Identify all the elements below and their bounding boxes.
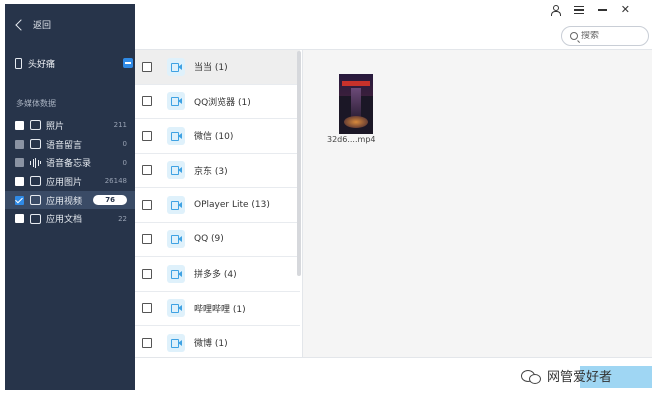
category-label: 语音备忘录 xyxy=(46,159,92,170)
category-count: 211 xyxy=(113,121,127,130)
close-icon[interactable]: ✕ xyxy=(621,4,630,15)
category-checkbox[interactable] xyxy=(15,139,24,149)
back-button[interactable]: 返回 xyxy=(15,18,52,31)
user-icon[interactable] xyxy=(550,5,561,16)
minimize-icon[interactable] xyxy=(597,9,607,11)
app-label: QQ (9) xyxy=(194,234,224,245)
category-checkbox[interactable] xyxy=(15,214,24,224)
app-checkbox[interactable] xyxy=(142,165,152,176)
search-box[interactable] xyxy=(561,26,649,46)
video-icon xyxy=(167,161,185,180)
video-icon xyxy=(167,195,185,214)
app-row[interactable]: QQ浏览器 (1) xyxy=(135,84,300,119)
category-item-photos[interactable]: 照片 211 xyxy=(5,116,135,135)
section-title: 多媒体数据 xyxy=(16,99,56,108)
app-label: 微信 (10) xyxy=(194,132,234,143)
app-label: 微博 (1) xyxy=(194,339,228,350)
category-item-app-docs[interactable]: 应用文档 22 xyxy=(5,209,135,228)
category-count-badge: 76 xyxy=(93,195,127,206)
app-checkbox[interactable] xyxy=(142,337,152,348)
search-input[interactable] xyxy=(581,31,641,41)
device-name: 头好痛 xyxy=(28,59,56,70)
category-item-voicemail[interactable]: 语音留言 0 xyxy=(5,135,135,154)
thumbnail-glow xyxy=(344,116,368,128)
app-label: 拼多多 (4) xyxy=(194,270,237,281)
search-icon xyxy=(570,32,578,40)
phone-icon xyxy=(15,57,22,69)
video-thumbnail[interactable] xyxy=(339,74,373,134)
app-row[interactable]: QQ (9) xyxy=(135,222,300,257)
app-row[interactable]: 微博 (1) xyxy=(135,326,300,357)
app-list-scrollbar[interactable] xyxy=(297,51,301,276)
chevron-left-icon xyxy=(15,18,27,31)
app-doc-icon xyxy=(30,213,41,224)
app-checkbox[interactable] xyxy=(142,96,152,107)
app-row[interactable]: OPlayer Lite (13) xyxy=(135,188,300,223)
video-icon xyxy=(167,264,185,283)
file-name: 32d6....mp4 xyxy=(327,135,376,144)
voicemail-icon xyxy=(30,139,41,150)
photo-icon xyxy=(30,120,41,131)
app-checkbox[interactable] xyxy=(142,234,152,245)
app-label: 哔哩哔哩 (1) xyxy=(194,304,246,315)
app-checkbox[interactable] xyxy=(142,61,152,72)
category-label: 应用图片 xyxy=(46,177,83,188)
category-label: 照片 xyxy=(46,121,65,132)
app-list: 当当 (1) QQ浏览器 (1) 微信 (10) 京东 (3) OPlayer … xyxy=(135,50,300,357)
category-checkbox[interactable] xyxy=(15,195,24,205)
device-checkbox[interactable] xyxy=(123,58,133,68)
category-count: 0 xyxy=(122,140,127,149)
app-label: QQ浏览器 (1) xyxy=(194,97,251,108)
category-checkbox[interactable] xyxy=(15,120,24,130)
app-row[interactable]: 京东 (3) xyxy=(135,153,300,188)
app-row[interactable]: 当当 (1) xyxy=(135,50,300,85)
back-label: 返回 xyxy=(33,21,52,31)
voice-memo-icon xyxy=(30,157,41,168)
video-icon xyxy=(167,333,185,352)
device-row[interactable]: 头好痛 xyxy=(15,55,133,71)
video-icon xyxy=(167,299,185,318)
app-label: 京东 (3) xyxy=(194,166,228,177)
app-label: OPlayer Lite (13) xyxy=(194,199,270,210)
category-count: 26148 xyxy=(104,177,127,186)
category-list: 照片 211 语音留言 0 语音备忘录 0 应用图片 26148 应用视频 76 xyxy=(5,116,135,228)
video-icon xyxy=(167,57,185,76)
video-icon xyxy=(167,230,185,249)
app-video-icon xyxy=(30,195,41,206)
category-checkbox[interactable] xyxy=(15,158,24,168)
category-label: 应用文档 xyxy=(46,215,83,226)
sidebar: 返回 头好痛 多媒体数据 照片 211 语音留言 0 语音备忘录 0 应用图片 … xyxy=(5,4,135,390)
category-count: 0 xyxy=(122,158,127,167)
category-item-voice-memo[interactable]: 语音备忘录 0 xyxy=(5,153,135,172)
bottom-bar: 网管爱好者 xyxy=(135,357,652,390)
thumbnail-title-strip xyxy=(342,81,370,86)
app-photo-icon xyxy=(30,176,41,187)
wechat-logo-icon xyxy=(521,368,541,384)
preview-pane: 32d6....mp4 xyxy=(303,50,652,357)
category-checkbox[interactable] xyxy=(15,176,24,186)
category-label: 应用视频 xyxy=(46,196,83,207)
app-label: 当当 (1) xyxy=(194,63,228,74)
app-row[interactable]: 拼多多 (4) xyxy=(135,257,300,292)
window-controls: ✕ xyxy=(550,4,630,16)
app-checkbox[interactable] xyxy=(142,303,152,314)
app-row[interactable]: 哔哩哔哩 (1) xyxy=(135,291,300,326)
watermark: 网管爱好者 xyxy=(521,366,612,385)
app-checkbox[interactable] xyxy=(142,130,152,141)
category-item-app-photos[interactable]: 应用图片 26148 xyxy=(5,172,135,191)
watermark-text: 网管爱好者 xyxy=(547,370,613,385)
app-row[interactable]: 微信 (10) xyxy=(135,119,300,154)
category-count: 22 xyxy=(118,214,127,223)
video-icon xyxy=(167,92,185,111)
app-checkbox[interactable] xyxy=(142,199,152,210)
app-checkbox[interactable] xyxy=(142,268,152,279)
category-item-app-videos[interactable]: 应用视频 76 xyxy=(5,190,135,210)
category-label: 语音留言 xyxy=(46,140,83,151)
menu-icon[interactable] xyxy=(573,6,584,14)
video-icon xyxy=(167,126,185,145)
